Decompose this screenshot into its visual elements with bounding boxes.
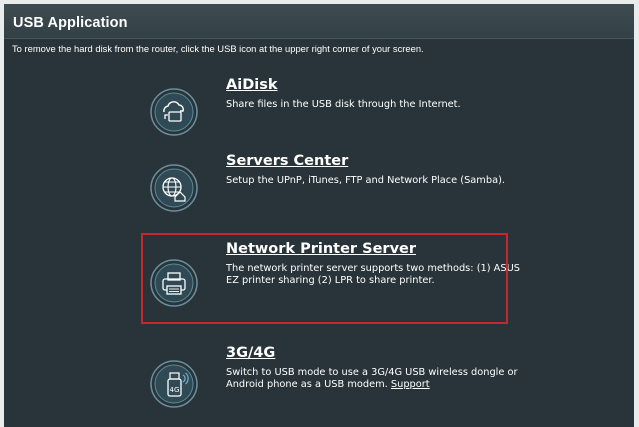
globe-server-icon[interactable] — [149, 163, 199, 213]
servers-center-description: Setup the UPnP, iTunes, FTP and Network … — [226, 175, 506, 186]
servers-center-link[interactable]: Servers Center — [226, 153, 348, 169]
3g-4g-description-text: Switch to USB mode to use a 3G/4G USB wi… — [226, 367, 518, 390]
panel-header: USB Application — [4, 4, 634, 38]
page-edge — [634, 0, 639, 427]
instruction-text: To remove the hard disk from the router,… — [12, 43, 424, 54]
header-divider — [4, 38, 634, 39]
3g-4g-description: Switch to USB mode to use a 3G/4G USB wi… — [226, 367, 521, 391]
panel-title: USB Application — [13, 15, 128, 31]
aidisk-description: Share files in the USB disk through the … — [226, 99, 461, 110]
svg-text:4G: 4G — [170, 386, 180, 394]
usb-application-panel: USB Application To remove the hard disk … — [4, 4, 634, 427]
aidisk-link[interactable]: AiDisk — [226, 77, 277, 93]
cloud-computer-icon[interactable] — [149, 87, 199, 137]
3g-4g-link[interactable]: 3G/4G — [226, 345, 275, 361]
support-link[interactable]: Support — [391, 379, 430, 390]
highlight-box — [141, 233, 508, 324]
usb-dongle-4g-icon[interactable]: 4G — [149, 359, 199, 409]
